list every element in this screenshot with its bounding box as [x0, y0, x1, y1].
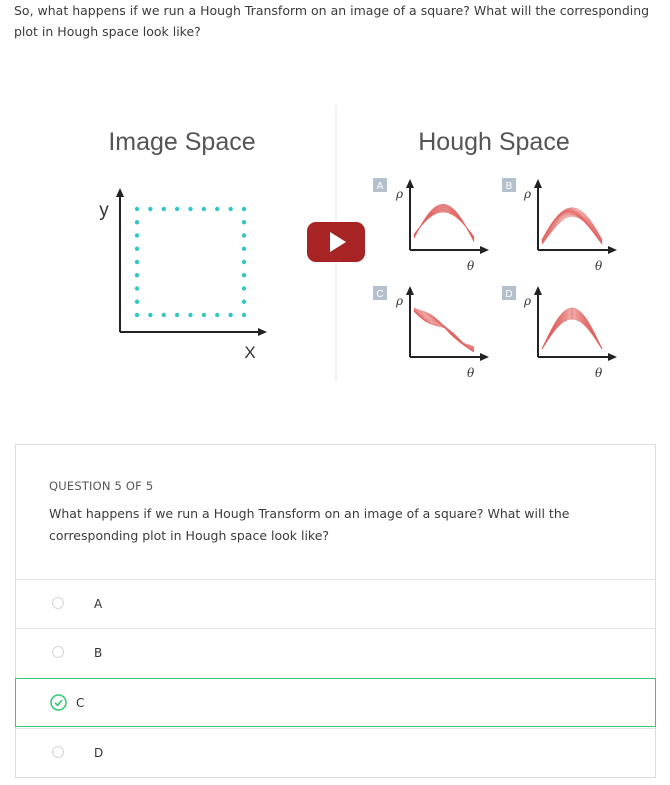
- option-label: D: [94, 746, 104, 760]
- hough-figure: Image Space Hough Space y X Aρ θ Bρ θ Cρ θ Dρ θ: [70, 100, 630, 430]
- square-dots: [134, 206, 247, 318]
- theta-label: θ: [467, 259, 475, 273]
- rho-label: ρ: [523, 187, 531, 201]
- image-space-title: Image Space: [108, 128, 255, 156]
- intro-text: So, what happens if we run a Hough Trans…: [14, 3, 650, 39]
- option-label: B: [94, 646, 103, 660]
- question-number: QUESTION 5 OF 5: [49, 479, 154, 493]
- option-label: A: [94, 597, 103, 611]
- radio-icon[interactable]: [52, 746, 64, 758]
- panel-label: B: [506, 181, 513, 192]
- option-c[interactable]: C: [15, 678, 656, 727]
- panel-label: A: [377, 181, 384, 192]
- option-a[interactable]: A: [16, 579, 655, 628]
- rho-label: ρ: [523, 294, 531, 308]
- option-d[interactable]: D: [16, 728, 655, 777]
- play-video-button[interactable]: [307, 222, 365, 262]
- hough-space-title: Hough Space: [418, 128, 570, 156]
- axis-y-label: y: [99, 200, 109, 221]
- hough-panel-d: Dρ θ: [502, 286, 617, 380]
- axis-x-label: X: [244, 343, 255, 362]
- question-card: QUESTION 5 OF 5 What happens if we run a…: [15, 444, 656, 778]
- option-label: C: [76, 696, 85, 710]
- question-text: What happens if we run a Hough Transform…: [49, 506, 570, 543]
- hough-panel-b: Bρ θ: [502, 178, 617, 273]
- panel-label: C: [376, 289, 383, 300]
- check-circle-icon[interactable]: [50, 694, 67, 711]
- theta-label: θ: [595, 366, 603, 380]
- radio-icon[interactable]: [52, 646, 64, 658]
- option-b[interactable]: B: [16, 628, 655, 677]
- panel-label: D: [505, 289, 512, 300]
- rho-label: ρ: [395, 294, 403, 308]
- rho-label: ρ: [395, 187, 403, 201]
- radio-icon[interactable]: [52, 597, 64, 609]
- theta-label: θ: [467, 366, 475, 380]
- figure-svg: Image Space Hough Space y X Aρ θ Bρ θ C ρ θ D ρ θ: [99, 105, 617, 382]
- hough-panel-c: Cρ θ: [373, 286, 489, 380]
- theta-label: θ: [595, 259, 603, 273]
- hough-panels: Aρ θ Bρ θ C ρ θ D ρ θ: [373, 178, 617, 380]
- hough-panel-a: Aρ θ: [373, 178, 489, 273]
